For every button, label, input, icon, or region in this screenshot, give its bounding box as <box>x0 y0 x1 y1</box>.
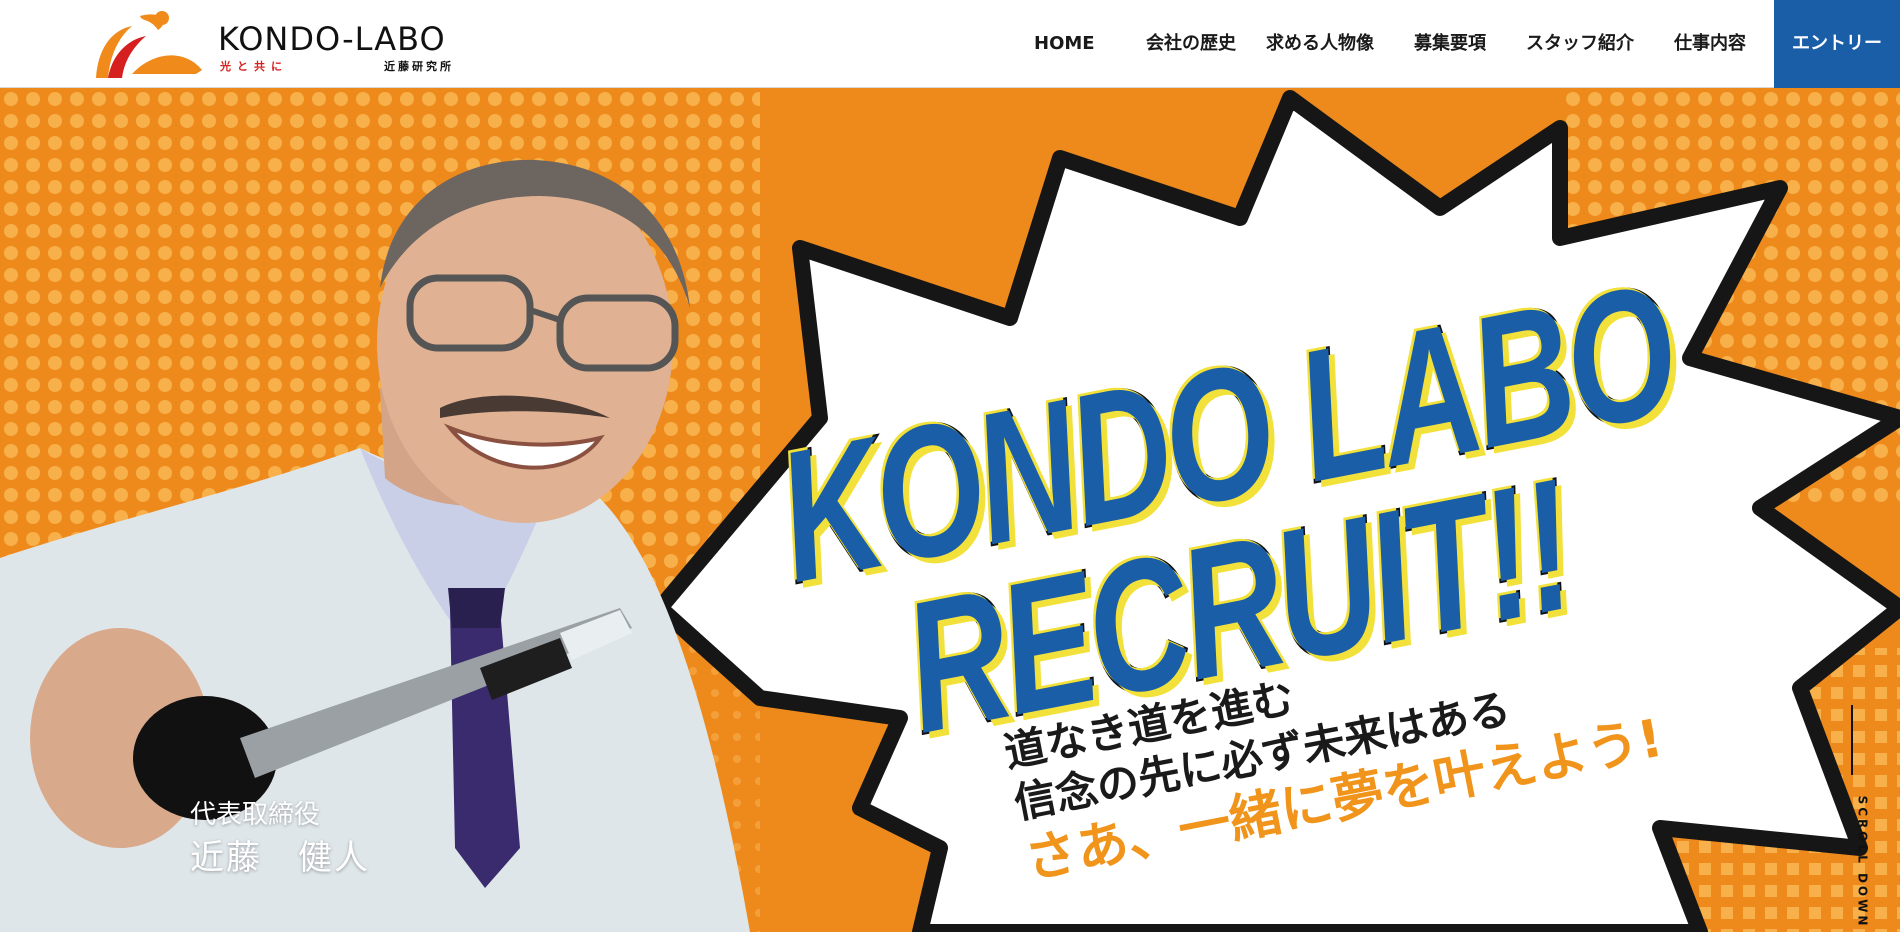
scroll-down-label: SCROLL DOWN <box>1855 795 1870 929</box>
ceo-name: 近藤 健人 <box>190 838 370 878</box>
scroll-down-indicator[interactable]: SCROLL DOWN <box>1842 705 1869 928</box>
hero-section: 代表取締役 近藤 健人 KONDO LABO RECRUIT!! 道なき道を進む… <box>0 88 1900 932</box>
ceo-photo <box>0 159 750 932</box>
site-header: KONDO-LABO 光と共に 近藤研究所 HOME 会社の歴史 求める人物像 … <box>0 0 1900 88</box>
logo-tagline: 光と共に <box>220 60 288 73</box>
nav-home[interactable]: HOME <box>1034 0 1095 88</box>
logo-mark-icon <box>96 11 202 78</box>
entry-button[interactable]: エントリー <box>1774 0 1900 88</box>
nav-ideal-candidate[interactable]: 求める人物像 <box>1266 0 1374 88</box>
logo-company-jp: 近藤研究所 <box>384 60 454 73</box>
ceo-title: 代表取締役 <box>190 800 321 830</box>
nav-history[interactable]: 会社の歴史 <box>1146 0 1236 88</box>
nav-work[interactable]: 仕事内容 <box>1674 0 1746 88</box>
nav-requirements[interactable]: 募集要項 <box>1414 0 1486 88</box>
scroll-line <box>1851 705 1853 775</box>
logo-wordmark: KONDO-LABO <box>218 20 446 58</box>
nav-staff[interactable]: スタッフ紹介 <box>1526 0 1634 88</box>
site-logo[interactable]: KONDO-LABO 光と共に 近藤研究所 <box>92 8 482 82</box>
